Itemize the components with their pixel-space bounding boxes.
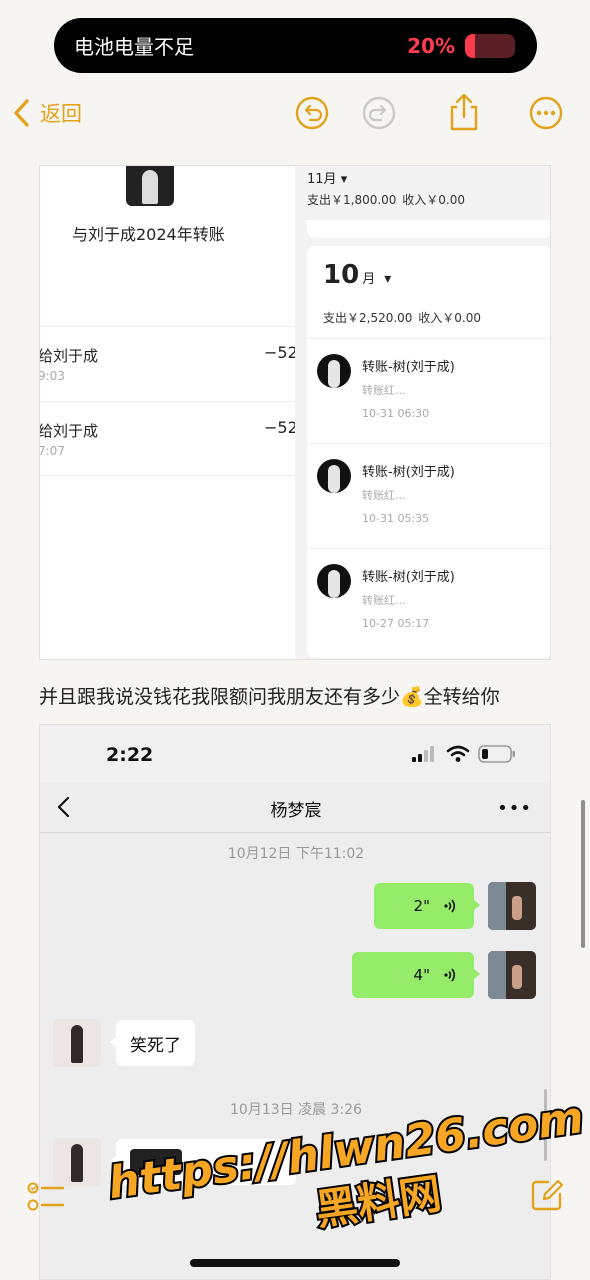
chat-header: 杨梦宸 ••• (40, 783, 550, 833)
voice-duration: 2" (413, 897, 430, 915)
transaction-title: 转账-树(刘于成) (362, 360, 455, 375)
note-text[interactable]: 并且跟我说没钱花我限额问我朋友还有多少💰全转给你 (39, 682, 500, 709)
notes-toolbar: 返回 (0, 88, 590, 138)
transaction-item[interactable]: 转账-树(刘于成) 转账红... 10-31 05:35 (307, 443, 550, 547)
wifi-icon (446, 745, 470, 762)
back-label: 返回 (40, 102, 82, 126)
avatar[interactable] (53, 1019, 101, 1067)
system-icons (412, 745, 516, 763)
month-selector-10[interactable]: 10 月 ▾ (323, 260, 391, 290)
transaction-sub: 转账红... (362, 384, 406, 397)
voice-wave-icon (444, 899, 456, 913)
transfer-time: 7:07 (39, 444, 65, 458)
avatar (317, 354, 351, 388)
transaction-title: 转账-树(刘于成) (362, 570, 455, 585)
back-button[interactable]: 返回 (12, 98, 82, 128)
transaction-date: 10-31 06:30 (362, 407, 430, 420)
voice-duration: 4" (413, 966, 430, 984)
transfer-name: 给刘于成 (39, 422, 99, 440)
transaction-item[interactable]: 转账-树(刘于成) 转账红... 10-31 06:30 (307, 338, 550, 442)
transaction-sub: 转账红... (362, 594, 406, 607)
battery-percent: 20% (407, 33, 455, 58)
undo-icon[interactable] (295, 96, 329, 130)
chevron-left-icon (14, 99, 29, 127)
transaction-item[interactable]: 转账-树(刘于成) 转账红... 10-27 05:17 (307, 548, 550, 652)
text-message[interactable]: 笑死了 (110, 1020, 195, 1066)
month-label: 11月 (307, 172, 337, 187)
home-indicator[interactable] (190, 1259, 400, 1267)
status-time: 2:22 (106, 744, 154, 766)
month-card: 10 月 ▾ 支出￥2,520.00 收入￥0.00 转账-树(刘于成) 转账红.… (307, 246, 550, 658)
transfer-summary-pane: 与刘于成2024年转账 给刘于成 9:03 −52( 给刘于成 7:07 −52… (39, 166, 304, 659)
transfer-row[interactable]: 给刘于成 7:07 −52( (39, 401, 304, 476)
contact-avatar (126, 166, 174, 206)
avatar (317, 564, 351, 598)
month-selector-11[interactable]: 11月 ▾ (307, 168, 347, 187)
avatar (317, 459, 351, 493)
transfer-title: 与刘于成2024年转账 (72, 225, 225, 244)
chat-title: 杨梦宸 (270, 801, 322, 821)
battery-icon (478, 745, 515, 763)
battery-icon (465, 33, 515, 58)
avatar[interactable] (488, 882, 536, 930)
transfer-row[interactable]: 给刘于成 9:03 −52( (39, 326, 304, 401)
transaction-sub: 转账红... (362, 489, 406, 502)
month-unit: 月 (362, 272, 376, 287)
month-summary: 支出￥1,800.00 收入￥0.00 (307, 193, 465, 207)
transfer-name: 给刘于成 (39, 347, 99, 365)
low-battery-banner[interactable]: 电池电量不足 20% (54, 18, 537, 73)
more-options-button[interactable]: ••• (497, 798, 532, 819)
checklist-icon[interactable] (27, 1180, 65, 1214)
status-bar: 2:22 (40, 725, 550, 783)
voice-message[interactable]: 2" (374, 883, 480, 929)
more-icon[interactable] (529, 96, 563, 130)
card-fragment (307, 220, 550, 238)
caret-down-icon: ▾ (340, 172, 348, 187)
caret-down-icon: ▾ (384, 271, 392, 287)
share-icon[interactable] (447, 92, 481, 132)
month-number: 10 (323, 260, 360, 290)
banner-message: 电池电量不足 (74, 35, 194, 59)
chat-scrollbar[interactable] (544, 1089, 547, 1161)
voice-message[interactable]: 4" (352, 952, 480, 998)
month-summary: 支出￥2,520.00 收入￥0.00 (323, 311, 481, 325)
transaction-date: 10-31 05:35 (362, 512, 430, 525)
voice-wave-icon (444, 968, 456, 982)
transfer-records-screenshot: 与刘于成2024年转账 给刘于成 9:03 −52( 给刘于成 7:07 −52… (39, 165, 551, 660)
page-scrollbar[interactable] (581, 800, 585, 948)
timestamp: 10月13日 凌晨 3:26 (230, 1102, 362, 1118)
timestamp: 10月12日 下午11:02 (227, 846, 365, 862)
avatar[interactable] (488, 951, 536, 999)
monthly-bill-pane: 11月 ▾ 支出￥1,800.00 收入￥0.00 10 月 ▾ 支出￥2,520… (295, 166, 550, 659)
redo-icon[interactable] (362, 96, 396, 130)
transfer-time: 9:03 (39, 369, 65, 383)
signal-icon (412, 746, 434, 762)
compose-icon[interactable] (530, 1178, 564, 1212)
transaction-title: 转账-树(刘于成) (362, 465, 455, 480)
transaction-date: 10-27 05:17 (362, 617, 430, 630)
